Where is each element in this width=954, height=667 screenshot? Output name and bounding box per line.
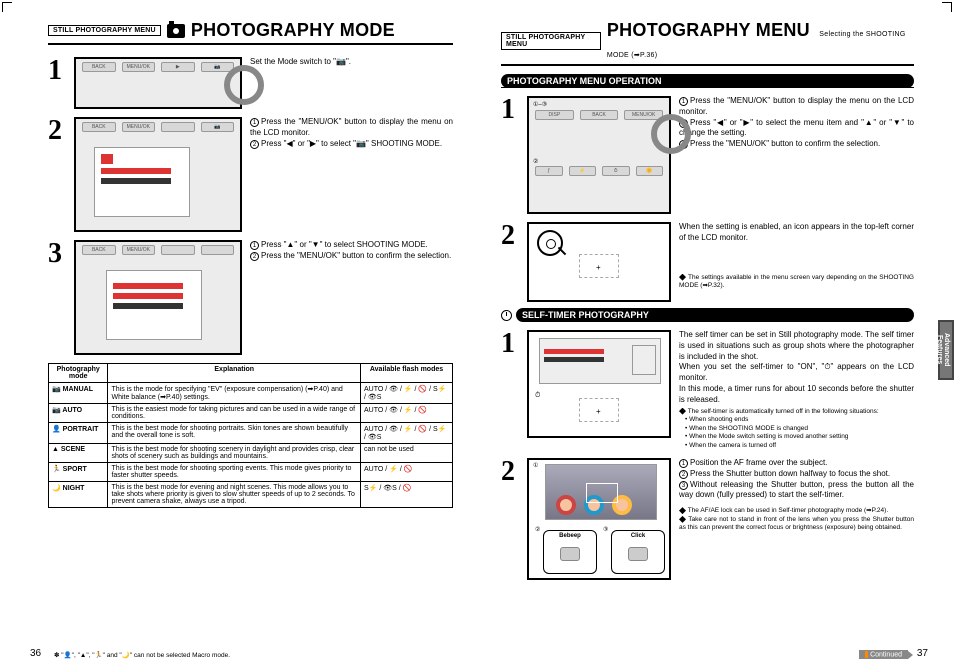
step-number: 1 [501, 96, 519, 214]
step-figure: ①–③ DISPBACKMENU/OK ② ƒ⚡⏱🌼 [527, 96, 671, 214]
right-s1-step-1: 1 ①–③ DISPBACKMENU/OK ② ƒ⚡⏱🌼 1Press the … [501, 96, 914, 214]
step-text: 1Position the AF frame over the subject.… [679, 458, 914, 580]
breadcrumb-right: STILL PHOTOGRAPHY MENU [501, 32, 601, 50]
photography-modes-table: Photography mode Explanation Available f… [48, 363, 453, 508]
section-header-operation: PHOTOGRAPHY MENU OPERATION [501, 74, 914, 88]
step-figure: BACKMENU/OK▶📷 [74, 57, 242, 109]
footnote: ✽ "👤", "▲", "🏃" and "🌙" can not be selec… [54, 651, 230, 659]
left-step-2: 2 BACKMENU/OK📷 1Press the "MENU/OK" butt… [48, 117, 453, 232]
breadcrumb-left: STILL PHOTOGRAPHY MENU [48, 25, 161, 36]
explanation-cell: This is the best mode for evening and ni… [108, 482, 361, 508]
list-item: When the camera is turned off [685, 442, 914, 450]
table-row: ▲ SCENEThis is the best mode for shootin… [49, 444, 453, 463]
flash-cell: AUTO / 👁 / ⚡ / 🚫 / S⚡ / 👁S [361, 423, 453, 444]
step-number: 2 [48, 117, 66, 232]
step-text: 1Press the "MENU/OK" button to display t… [679, 96, 914, 214]
mode-cell: 📷 MANUAL [49, 383, 108, 404]
mode-cell: 🌙 NIGHT [49, 482, 108, 508]
camera-icon [167, 24, 185, 38]
mode-cell: 📷 AUTO [49, 404, 108, 423]
step-number: 3 [48, 240, 66, 355]
right-s2-step-1: 1 + ⏱ The self timer can be set in Still… [501, 330, 914, 450]
step-figure: + [527, 222, 671, 302]
explanation-cell: This is the mode for specifying "EV" (ex… [108, 383, 361, 404]
table-row: 🏃 SPORTThis is the best mode for shootin… [49, 463, 453, 482]
step-text: 1Press "▲" or "▼" to select SHOOTING MOD… [250, 240, 453, 355]
step-number: 1 [48, 57, 66, 109]
flash-cell: S⚡ / 👁S / 🚫 [361, 482, 453, 508]
page-number: 37 [917, 648, 928, 659]
page-36: STILL PHOTOGRAPHY MENU PHOTOGRAPHY MODE … [0, 0, 477, 667]
timer-icon [501, 310, 512, 321]
right-s1-step-2: 2 + When the setting is enabled, an icon… [501, 222, 914, 302]
table-header: Photography mode [49, 364, 108, 383]
step-number: 2 [501, 458, 519, 580]
title-row-left: STILL PHOTOGRAPHY MENU PHOTOGRAPHY MODE [48, 20, 453, 45]
list-item: When the SHOOTING MODE is changed [685, 425, 914, 433]
side-tab: Advanced Features [938, 320, 954, 380]
page-number: 36 [30, 648, 41, 659]
table-header: Explanation [108, 364, 361, 383]
table-row: 📷 MANUALThis is the mode for specifying … [49, 383, 453, 404]
step-figure: BACKMENU/OK📷 [74, 117, 242, 232]
explanation-cell: This is the easiest mode for taking pict… [108, 404, 361, 423]
list-item: When shooting ends [685, 416, 914, 424]
right-s2-step-2: 2 ① ② Bebeep ③ C [501, 458, 914, 580]
mode-cell: ▲ SCENE [49, 444, 108, 463]
step-figure: ① ② Bebeep ③ Click [527, 458, 671, 580]
flash-cell: AUTO / 👁 / ⚡ / 🚫 / S⚡ / 👁S [361, 383, 453, 404]
explanation-cell: This is the best mode for shooting sport… [108, 463, 361, 482]
section-header-selftimer: SELF-TIMER PHOTOGRAPHY [516, 308, 914, 322]
table-header: Available flash modes [361, 364, 453, 383]
table-row: 🌙 NIGHTThis is the best mode for evening… [49, 482, 453, 508]
page-title-right: PHOTOGRAPHY MENU Selecting the SHOOTING … [607, 20, 914, 62]
section-header-selftimer-row: SELF-TIMER PHOTOGRAPHY [501, 308, 914, 322]
mode-cell: 👤 PORTRAIT [49, 423, 108, 444]
flash-cell: AUTO / ⚡ / 🚫 [361, 463, 453, 482]
title-row-right: STILL PHOTOGRAPHY MENU PHOTOGRAPHY MENU … [501, 20, 914, 66]
step-text: 1Press the "MENU/OK" button to display t… [250, 117, 453, 232]
list-item: When the Mode switch setting is moved an… [685, 433, 914, 441]
table-row: 👤 PORTRAITThis is the best mode for shoo… [49, 423, 453, 444]
explanation-cell: This is the best mode for shooting portr… [108, 423, 361, 444]
step-number: 2 [501, 222, 519, 302]
left-step-1: 1 BACKMENU/OK▶📷 Set the Mode switch to "… [48, 57, 453, 109]
page-title-left: PHOTOGRAPHY MODE [191, 20, 395, 41]
page-37: STILL PHOTOGRAPHY MENU PHOTOGRAPHY MENU … [477, 0, 954, 667]
left-step-3: 3 BACKMENU/OK 1Press "▲" or "▼" to selec… [48, 240, 453, 355]
table-row: 📷 AUTOThis is the easiest mode for takin… [49, 404, 453, 423]
step-text: Set the Mode switch to "📷". [250, 57, 453, 109]
mode-cell: 🏃 SPORT [49, 463, 108, 482]
step-text: The self timer can be set in Still photo… [679, 330, 914, 450]
continued-badge: Continued [859, 650, 908, 659]
step-number: 1 [501, 330, 519, 450]
flash-cell: AUTO / 👁 / ⚡ / 🚫 [361, 404, 453, 423]
step-text: When the setting is enabled, an icon app… [679, 222, 914, 302]
explanation-cell: This is the best mode for shooting scene… [108, 444, 361, 463]
step-figure: + ⏱ [527, 330, 671, 438]
step-figure: BACKMENU/OK [74, 240, 242, 355]
flash-cell: can not be used [361, 444, 453, 463]
